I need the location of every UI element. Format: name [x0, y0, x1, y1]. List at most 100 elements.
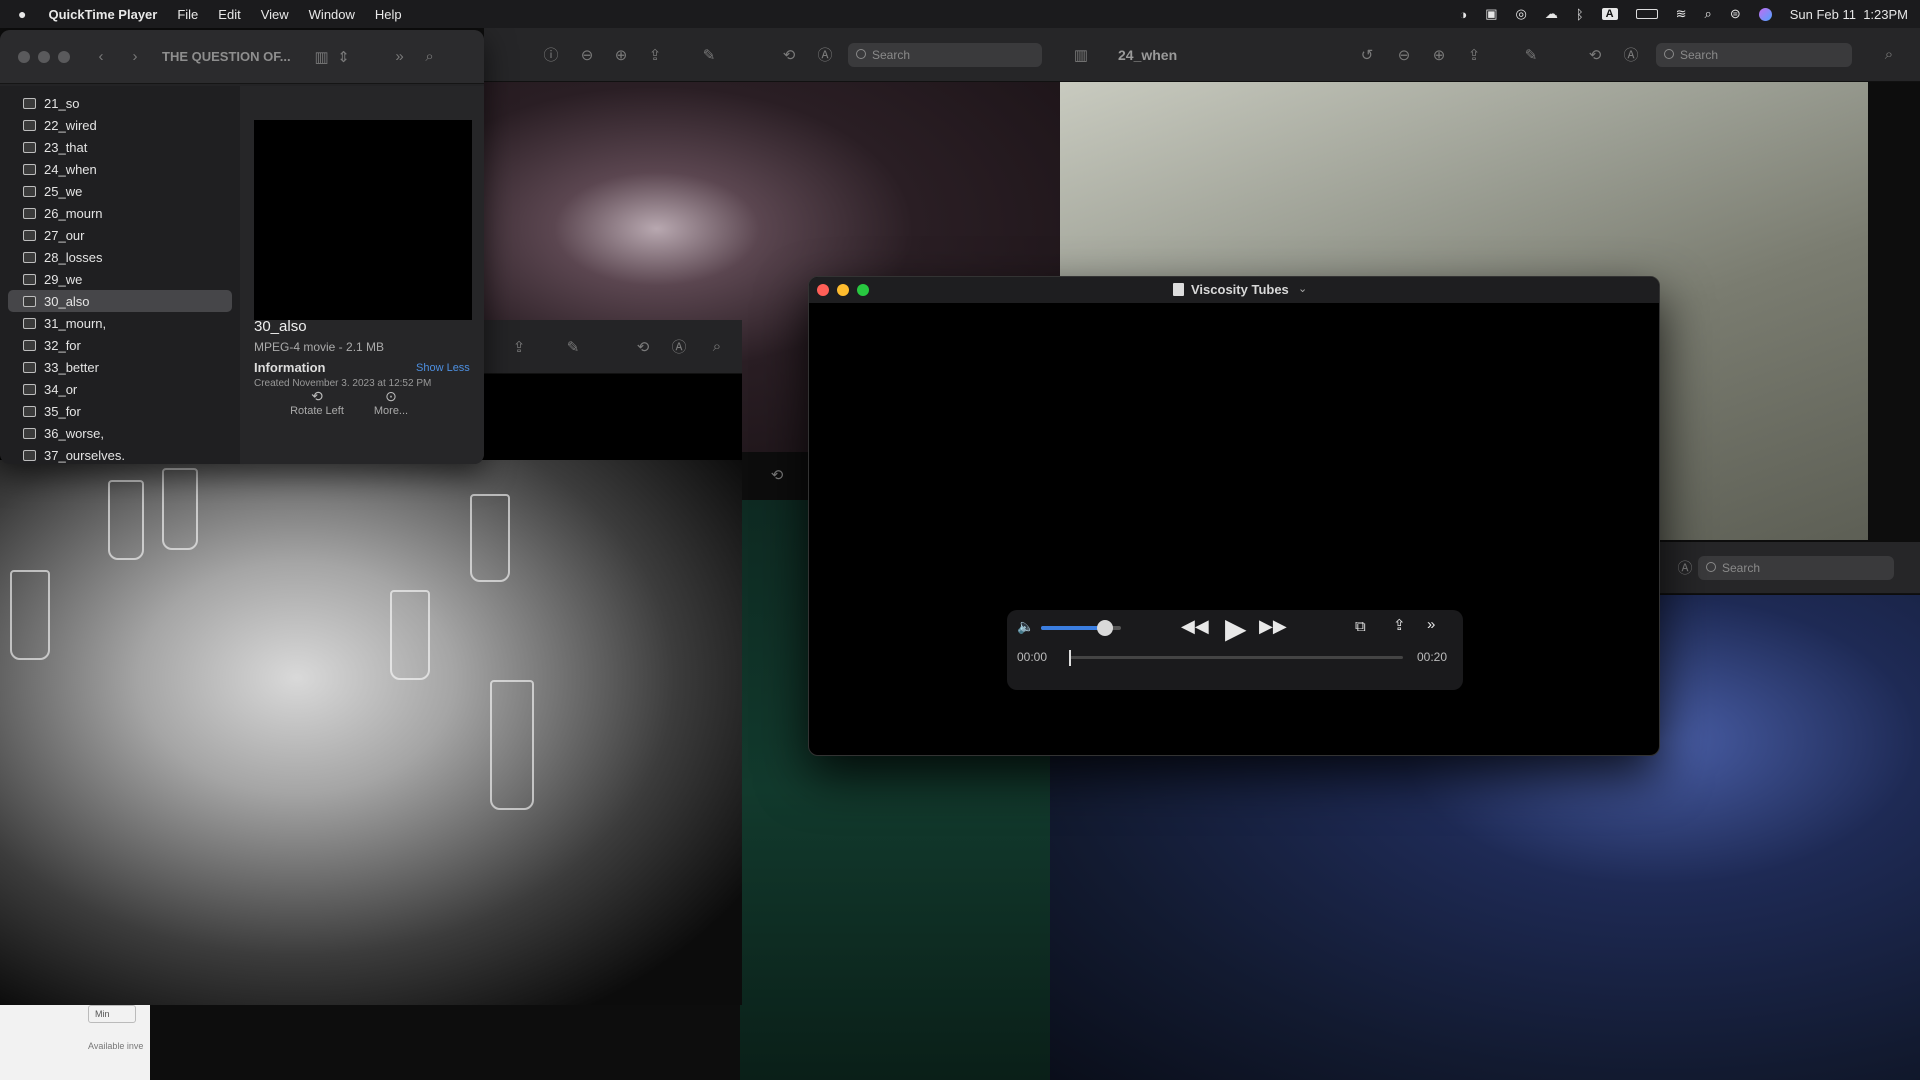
sidebar-icon[interactable]: ▥ [1070, 44, 1092, 66]
picture-in-picture-icon[interactable]: ⧉ [1355, 618, 1366, 635]
status-icon-3[interactable]: ◎ [1516, 6, 1527, 22]
sort-chevron-icon[interactable]: ⇕ [333, 46, 355, 68]
file-list: 21_so 22_wired 23_that 24_when 25_we 26_mourn… [0, 86, 240, 464]
share-icon[interactable]: ⇪ [1393, 616, 1406, 634]
quicktime-title[interactable]: Viscosity Tubes [1191, 282, 1289, 297]
siri-icon[interactable] [1758, 7, 1772, 21]
status-icon-2[interactable]: ▣ [1485, 6, 1497, 22]
annotate-icon[interactable]: Ⓐ [1620, 44, 1642, 66]
rotate-left-button[interactable]: ⟲ Rotate Left [286, 388, 348, 417]
info-icon[interactable]: ⓘ [540, 44, 562, 66]
share-icon[interactable]: ⇪ [1463, 44, 1485, 66]
zoom-out-icon[interactable]: ⊖ [1393, 44, 1415, 66]
markup-icon[interactable]: ✎ [562, 336, 584, 358]
rotate-icon[interactable]: ⟲ [632, 336, 654, 358]
share-icon[interactable]: ⇪ [644, 44, 666, 66]
zoom-in-icon[interactable]: ⊕ [610, 44, 632, 66]
right-preview-toolbar: ▥ 24_when ↺ ⊖ ⊕ ⇪ ✎ ⟲ Ⓐ Search ⌕ [1060, 28, 1920, 82]
forward-icon[interactable]: › [124, 46, 146, 68]
menu-window[interactable]: Window [299, 7, 365, 22]
back-icon[interactable]: ‹ [90, 46, 112, 68]
zoom-out-icon[interactable]: ⊖ [576, 44, 598, 66]
file-list-item[interactable]: 22_wired [8, 114, 232, 136]
close-button[interactable] [817, 284, 829, 296]
wifi-icon[interactable]: ≋ [1676, 6, 1687, 22]
spotlight-icon[interactable]: ⌕ [1705, 6, 1712, 22]
battery-icon[interactable] [1635, 9, 1658, 19]
fast-forward-icon[interactable]: ▶▶ [1259, 616, 1287, 637]
rotate-icon[interactable]: ⟲ [1584, 44, 1606, 66]
menu-edit[interactable]: Edit [208, 7, 250, 22]
play-icon[interactable]: ▶ [1225, 612, 1247, 645]
file-list-item[interactable]: 36_worse, [8, 422, 232, 444]
file-name: 36_worse, [44, 425, 104, 441]
annotate-icon[interactable]: Ⓐ [668, 336, 690, 358]
search-icon[interactable]: ⌕ [419, 46, 441, 68]
share-icon[interactable]: ⇪ [508, 336, 530, 358]
file-list-item[interactable]: 29_we [8, 268, 232, 290]
progress-track[interactable] [1069, 650, 1403, 666]
file-list-item[interactable]: 25_we [8, 180, 232, 202]
minimize-button[interactable] [38, 50, 50, 63]
min-field[interactable]: Min [88, 1005, 136, 1023]
rewind-icon[interactable]: ◀◀ [1181, 616, 1209, 637]
zoom-in-icon[interactable]: ⊕ [1428, 44, 1450, 66]
more-button[interactable]: ⊙ More... [366, 388, 416, 417]
menu-view[interactable]: View [251, 7, 299, 22]
file-list-item[interactable]: 33_better [8, 356, 232, 378]
volume-icon[interactable]: 🔈 [1017, 618, 1034, 635]
minimize-button[interactable] [837, 284, 849, 296]
search-icon[interactable]: ⌕ [1878, 44, 1900, 66]
volume-slider[interactable] [1041, 620, 1121, 636]
bottom-right-search-input[interactable]: Search [1698, 555, 1894, 580]
file-list-item[interactable]: 34_or [8, 378, 232, 400]
history-icon[interactable]: ↺ [1356, 44, 1378, 66]
keyboard-input-badge[interactable]: A [1601, 8, 1618, 20]
datetime[interactable]: Sun Feb 11 1:23PM [1790, 7, 1908, 22]
zoom-button[interactable] [58, 50, 70, 63]
title-chevron-icon[interactable]: ⌄ [1298, 282, 1307, 295]
file-list-item[interactable]: 24_when [8, 158, 232, 180]
movie-file-icon [23, 449, 36, 461]
file-list-item[interactable]: 32_for [8, 334, 232, 356]
markup-icon[interactable]: ✎ [698, 44, 720, 66]
volume-knob[interactable] [1097, 620, 1113, 636]
preview-thumbnail [254, 120, 472, 320]
status-icon-4[interactable]: ☁ [1545, 6, 1558, 22]
rotate-icon[interactable]: ⟲ [778, 44, 800, 66]
annotate-icon[interactable]: Ⓐ [1674, 557, 1696, 579]
zoom-button[interactable] [857, 284, 869, 296]
annotate-icon[interactable]: Ⓐ [814, 44, 836, 66]
menu-file[interactable]: File [167, 7, 208, 22]
playhead[interactable] [1069, 650, 1071, 666]
file-list-item[interactable]: 23_that [8, 136, 232, 158]
right-preview-title: 24_when [1118, 46, 1178, 63]
file-list-item[interactable]: 30_also [8, 290, 232, 312]
menu-help[interactable]: Help [365, 7, 412, 22]
right-search-input[interactable]: Search [1656, 42, 1852, 67]
more-label: More... [373, 405, 409, 417]
file-list-item[interactable]: 21_so [8, 92, 232, 114]
show-less-link[interactable]: Show Less [416, 362, 470, 374]
close-button[interactable] [18, 50, 30, 63]
file-list-item[interactable]: 37_ourselves. [8, 444, 232, 464]
center-search-input[interactable]: Search [848, 42, 1042, 67]
file-list-item[interactable]: 26_mourn [8, 202, 232, 224]
status-icon-1[interactable]: ◑ [1459, 7, 1467, 22]
more-toolbar-icon[interactable]: » [389, 46, 411, 68]
control-center-icon[interactable]: ⊜ [1730, 6, 1741, 22]
file-list-item[interactable]: 27_our [8, 224, 232, 246]
markup-icon[interactable]: ✎ [1520, 44, 1542, 66]
bluetooth-icon[interactable]: ᛒ [1576, 7, 1584, 22]
file-list-item[interactable]: 28_losses [8, 246, 232, 268]
view-options-icon[interactable]: ▥ [311, 46, 333, 68]
file-list-item[interactable]: 31_mourn, [8, 312, 232, 334]
more-controls-icon[interactable]: » [1427, 616, 1435, 633]
apple-menu-icon[interactable]: ● [0, 6, 36, 22]
search-icon[interactable]: ⌕ [706, 336, 728, 358]
movie-file-icon [23, 97, 36, 109]
app-menu[interactable]: QuickTime Player [36, 7, 167, 22]
quicktime-titlebar: Viscosity Tubes ⌄ [809, 277, 1659, 303]
rotate-icon-2[interactable]: ⟲ [766, 464, 788, 486]
file-list-item[interactable]: 35_for [8, 400, 232, 422]
